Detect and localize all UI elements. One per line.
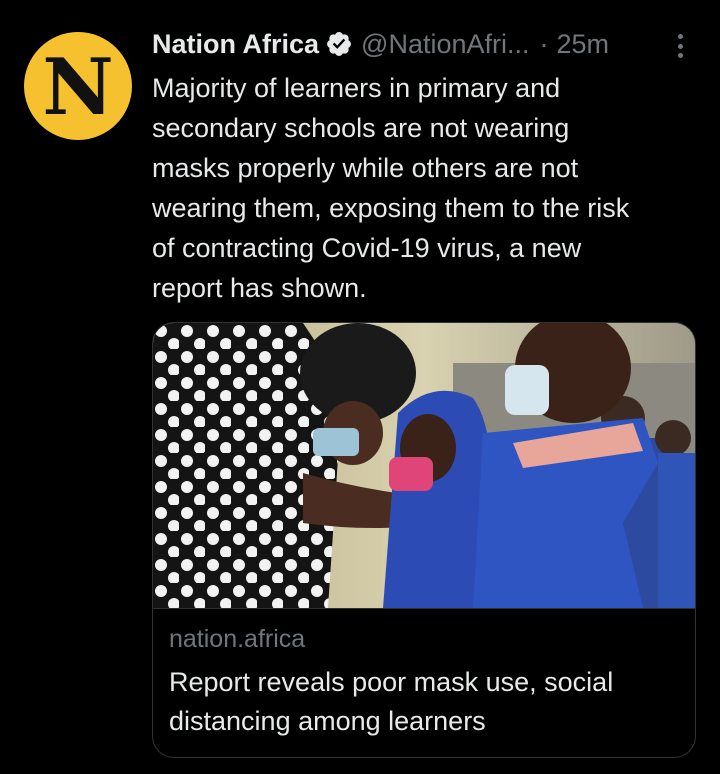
tweet[interactable]: N Nation Africa @NationAfri... · 25m Maj… [0,0,720,774]
avatar-logo: N [42,42,114,133]
link-card[interactable]: nation.africa Report reveals poor mask u… [152,322,696,758]
display-name[interactable]: Nation Africa [152,29,319,60]
handle[interactable]: @NationAfri... [361,29,529,60]
timestamp[interactable]: 25m [557,29,610,60]
tweet-text: Majority of learners in primary and seco… [152,73,630,303]
card-title[interactable]: Report reveals poor mask use, social dis… [169,663,679,741]
card-image[interactable] [153,323,695,609]
avatar[interactable]: N [24,32,132,140]
more-options-icon[interactable] [672,34,688,58]
tweet-header: Nation Africa @NationAfri... · 25m [152,26,609,62]
separator-dot: · [539,28,549,59]
card-domain[interactable]: nation.africa [169,625,305,654]
verified-badge-icon [325,30,353,58]
